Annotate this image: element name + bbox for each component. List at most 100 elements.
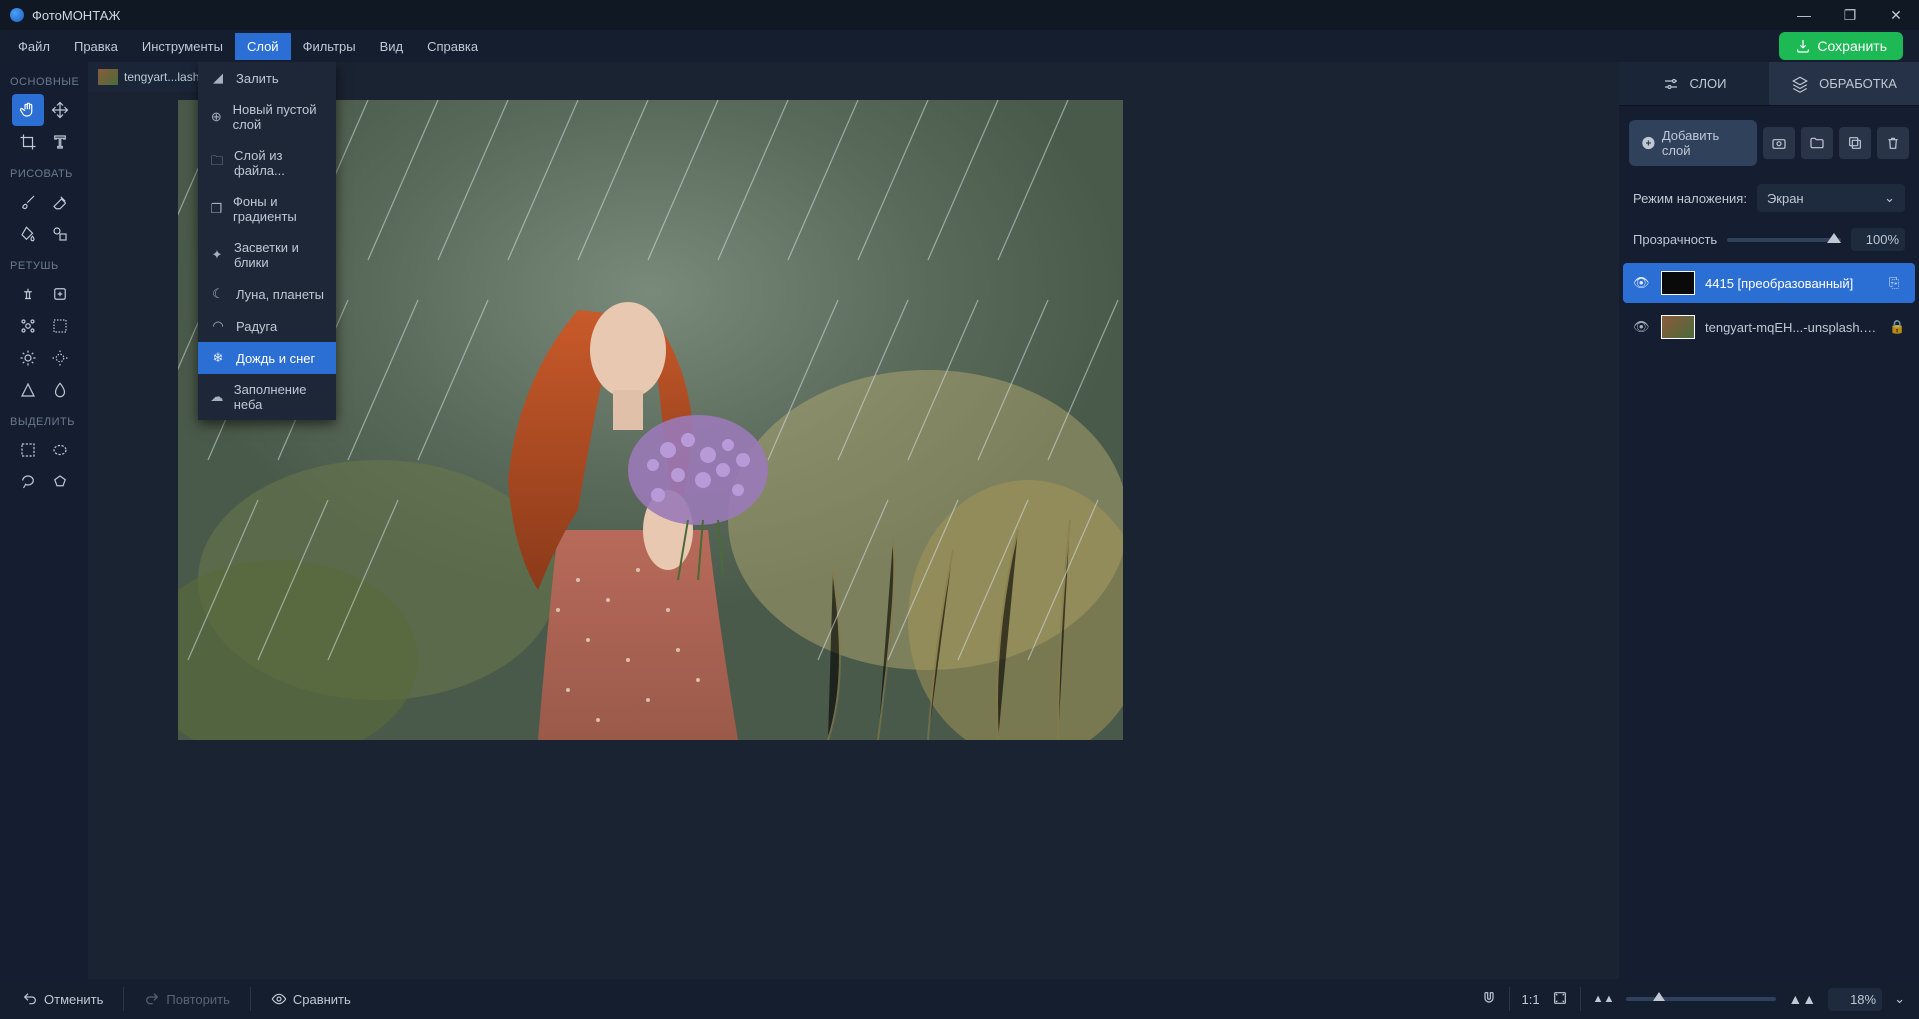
tab-label: tengyart...lash bbox=[124, 70, 199, 84]
menu-view[interactable]: Вид bbox=[368, 33, 416, 60]
menu-file[interactable]: Файл bbox=[6, 33, 62, 60]
sparkle-icon: ✦ bbox=[210, 247, 224, 263]
menu-item-planets[interactable]: ☾Луна, планеты bbox=[198, 278, 336, 310]
document-tab[interactable]: tengyart...lash bbox=[88, 62, 210, 92]
layer-item[interactable]: 👁 4415 [преобразованный] ⎘ bbox=[1623, 263, 1915, 303]
zoom-in-icon[interactable]: ▲▲ bbox=[1788, 991, 1816, 1007]
menu-item-layer-from-file[interactable]: 🗀Слой из файла... bbox=[198, 140, 336, 186]
menu-edit[interactable]: Правка bbox=[62, 33, 130, 60]
tool-poly-lasso[interactable] bbox=[44, 466, 76, 498]
tool-text[interactable] bbox=[44, 126, 76, 158]
download-icon bbox=[1795, 38, 1811, 54]
undo-button[interactable]: Отменить bbox=[14, 985, 111, 1013]
copy-icon bbox=[1847, 135, 1863, 151]
redo-icon bbox=[144, 991, 160, 1007]
tool-perspective[interactable] bbox=[12, 374, 44, 406]
lock-icon[interactable]: 🔒 bbox=[1889, 319, 1905, 335]
undo-icon bbox=[22, 991, 38, 1007]
visibility-icon[interactable]: 👁 bbox=[1633, 275, 1651, 291]
chevron-down-icon: ⌄ bbox=[1884, 190, 1895, 206]
menu-item-sky-fill[interactable]: ☁Заполнение неба bbox=[198, 374, 336, 420]
zoom-slider-thumb[interactable] bbox=[1653, 992, 1665, 1001]
cloud-icon: ☁ bbox=[210, 389, 224, 405]
canvas-area: tengyart...lash bbox=[88, 62, 1619, 979]
tool-hand[interactable] bbox=[12, 94, 44, 126]
menu-item-new-layer[interactable]: ⊕Новый пустой слой bbox=[198, 94, 336, 140]
plus-circle-icon: ⊕ bbox=[210, 109, 223, 125]
maximize-button[interactable]: ❐ bbox=[1827, 0, 1873, 30]
folder-button[interactable] bbox=[1801, 127, 1833, 159]
layer-name: 4415 [преобразованный] bbox=[1705, 276, 1879, 291]
layer-thumbnail bbox=[1661, 271, 1695, 295]
tab-processing[interactable]: ОБРАБОТКА bbox=[1769, 62, 1919, 105]
save-label: Сохранить bbox=[1817, 38, 1887, 54]
tool-eraser[interactable] bbox=[44, 186, 76, 218]
magnet-icon bbox=[1481, 990, 1497, 1006]
menu-item-rain-snow[interactable]: ❄Дождь и снег bbox=[198, 342, 336, 374]
tool-droplet[interactable] bbox=[44, 374, 76, 406]
compare-button[interactable]: Сравнить bbox=[263, 985, 359, 1013]
tool-move[interactable] bbox=[44, 94, 76, 126]
trash-icon bbox=[1885, 135, 1901, 151]
redo-button: Повторить bbox=[136, 985, 237, 1013]
magnet-button[interactable] bbox=[1481, 990, 1497, 1009]
right-panel: СЛОИ ОБРАБОТКА Добавить слой Режим налож… bbox=[1619, 62, 1919, 979]
menu-item-flares[interactable]: ✦Засветки и блики bbox=[198, 232, 336, 278]
zoom-out-icon[interactable]: ▲▲ bbox=[1593, 993, 1615, 1005]
snowflake-icon: ❄ bbox=[210, 350, 226, 366]
tool-shapes[interactable] bbox=[44, 218, 76, 250]
opacity-slider[interactable] bbox=[1727, 238, 1841, 242]
zoom-value[interactable]: 18% bbox=[1828, 988, 1882, 1011]
divider bbox=[123, 987, 124, 1011]
layer-name: tengyart-mqEH...-unsplash.jpg bbox=[1705, 320, 1879, 335]
menu-tools[interactable]: Инструменты bbox=[130, 33, 235, 60]
tool-lasso[interactable] bbox=[12, 466, 44, 498]
layers-icon: ❐ bbox=[210, 201, 223, 217]
menu-item-rainbow[interactable]: ◠Радуга bbox=[198, 310, 336, 342]
tool-bucket[interactable] bbox=[12, 218, 44, 250]
link-icon[interactable]: ⎘ bbox=[1889, 275, 1905, 291]
bottombar: Отменить Повторить Сравнить 1:1 ▲▲ ▲▲ 18… bbox=[0, 979, 1919, 1019]
menubar: Файл Правка Инструменты Слой Фильтры Вид… bbox=[0, 30, 1919, 62]
tool-bright2[interactable] bbox=[44, 342, 76, 374]
zoom-ratio[interactable]: 1:1 bbox=[1522, 992, 1540, 1007]
sliders-icon bbox=[1662, 75, 1680, 93]
tool-clone-stamp[interactable] bbox=[12, 278, 44, 310]
rainbow-icon: ◠ bbox=[210, 318, 226, 334]
visibility-icon[interactable]: 👁 bbox=[1633, 319, 1651, 335]
tool-ellipse-select[interactable] bbox=[44, 434, 76, 466]
save-button[interactable]: Сохранить bbox=[1779, 32, 1903, 60]
divider bbox=[1509, 987, 1510, 1011]
tool-brush[interactable] bbox=[12, 186, 44, 218]
menu-help[interactable]: Справка bbox=[415, 33, 490, 60]
add-layer-button[interactable]: Добавить слой bbox=[1629, 120, 1757, 166]
menu-item-backgrounds[interactable]: ❐Фоны и градиенты bbox=[198, 186, 336, 232]
zoom-slider[interactable] bbox=[1626, 997, 1776, 1001]
menu-filters[interactable]: Фильтры bbox=[291, 33, 368, 60]
tab-thumbnail bbox=[98, 69, 118, 85]
opacity-value[interactable]: 100% bbox=[1851, 228, 1905, 251]
camera-button[interactable] bbox=[1763, 127, 1795, 159]
folder-icon bbox=[1809, 135, 1825, 151]
menu-item-fill[interactable]: ◢Залить bbox=[198, 62, 336, 94]
blend-mode-select[interactable]: Экран ⌄ bbox=[1757, 184, 1905, 212]
tool-bright[interactable] bbox=[12, 342, 44, 374]
layer-item[interactable]: 👁 tengyart-mqEH...-unsplash.jpg 🔒 bbox=[1623, 307, 1915, 347]
chevron-down-icon[interactable]: ⌄ bbox=[1894, 991, 1905, 1007]
delete-button[interactable] bbox=[1877, 127, 1909, 159]
close-button[interactable]: ✕ bbox=[1873, 0, 1919, 30]
tool-rect-select[interactable] bbox=[12, 434, 44, 466]
tool-remove[interactable] bbox=[44, 310, 76, 342]
menu-layer[interactable]: Слой bbox=[235, 33, 291, 60]
tool-patch[interactable] bbox=[44, 278, 76, 310]
fit-screen-button[interactable] bbox=[1552, 990, 1568, 1009]
layer-dropdown-menu: ◢Залить ⊕Новый пустой слой 🗀Слой из файл… bbox=[198, 62, 336, 420]
tool-heal[interactable] bbox=[12, 310, 44, 342]
opacity-slider-thumb[interactable] bbox=[1827, 233, 1841, 243]
duplicate-button[interactable] bbox=[1839, 127, 1871, 159]
tool-crop[interactable] bbox=[12, 126, 44, 158]
app-title: ФотоМОНТАЖ bbox=[32, 8, 1781, 23]
tab-layers[interactable]: СЛОИ bbox=[1619, 62, 1769, 105]
app-icon bbox=[10, 8, 24, 22]
minimize-button[interactable]: — bbox=[1781, 0, 1827, 30]
